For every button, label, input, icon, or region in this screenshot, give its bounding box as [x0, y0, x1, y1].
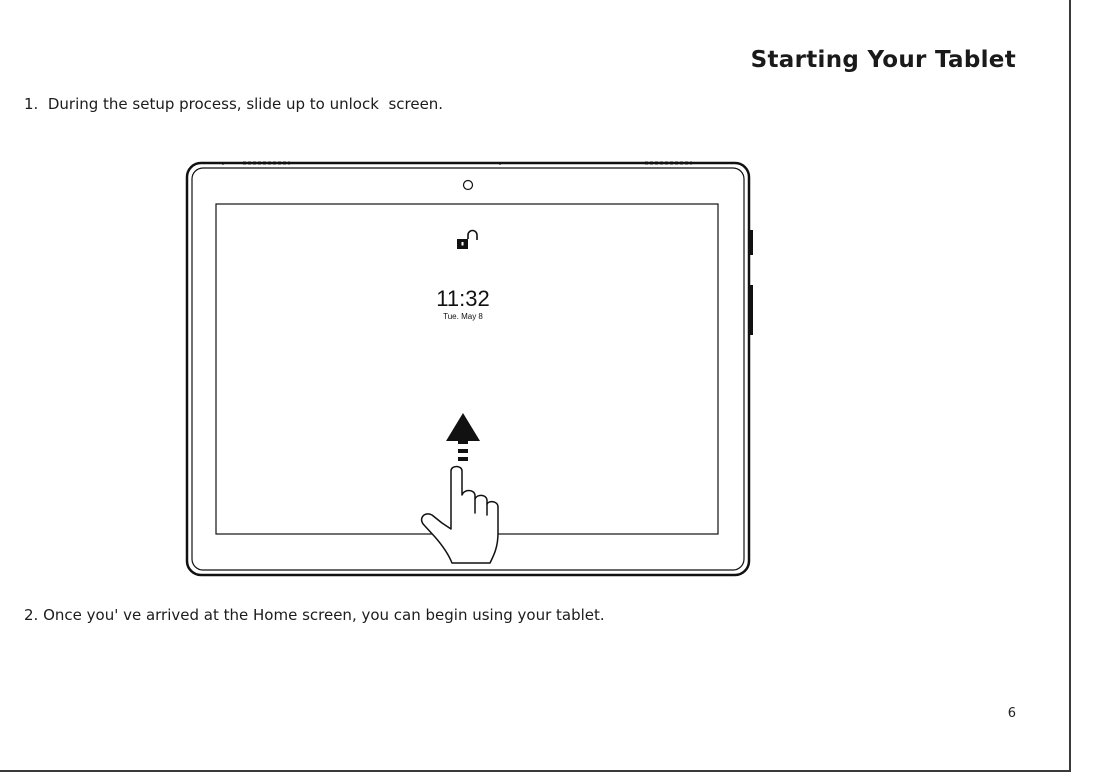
- power-button: [748, 285, 753, 335]
- volume-button: [748, 230, 753, 255]
- tablet-illustration: 11:32 Tue. May 8: [180, 155, 760, 585]
- step-2-text: 2. Once you' ve arrived at the Home scre…: [24, 606, 605, 624]
- page-title: Starting Your Tablet: [750, 47, 1016, 73]
- page-number: 6: [1007, 706, 1016, 721]
- camera-icon: [462, 179, 474, 191]
- tablet-screen: [215, 203, 719, 535]
- lock-screen-date: Tue. May 8: [443, 312, 483, 321]
- step-1-text: 1. During the setup process, slide up to…: [24, 95, 444, 113]
- lock-screen-time: 11:32: [436, 286, 489, 311]
